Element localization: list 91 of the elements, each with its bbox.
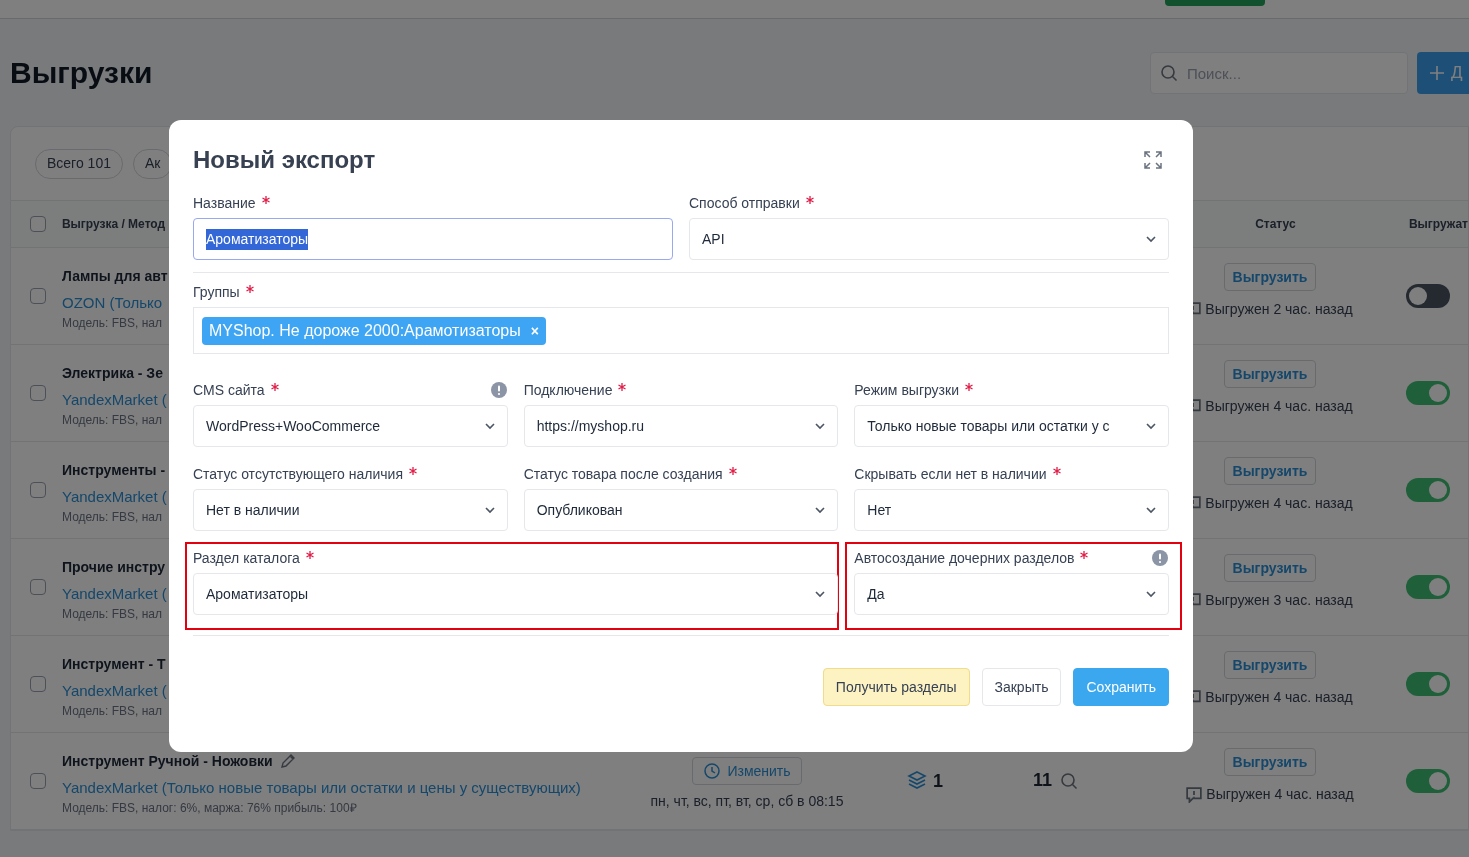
top-button[interactable] [1165, 0, 1265, 6]
toggle-switch[interactable] [1406, 381, 1450, 405]
toggle-switch[interactable] [1406, 672, 1450, 696]
field-label: Режим выгрузки [854, 380, 959, 400]
row-title: Прочие инстру [62, 558, 166, 577]
field-label: Подключение [523, 380, 613, 400]
change-button[interactable]: Изменить [692, 757, 802, 785]
method-link[interactable]: YandexMarket (Только новые товары или остатки и цены у существующих) [62, 779, 581, 796]
comment-icon [1186, 786, 1203, 803]
select-field[interactable]: https://myshop.ru [523, 405, 839, 447]
export-status: Выгружен 3 час. назад [1205, 591, 1353, 610]
select-field[interactable]: Нет в наличии [193, 489, 508, 531]
page-title: Выгрузки [10, 55, 153, 91]
method-link[interactable]: YandexMarket ( [62, 391, 167, 408]
row-title: Инструмент Ручной - Ножовки [62, 752, 273, 771]
select-field[interactable]: Опубликован [523, 489, 839, 531]
field-label: Раздел каталога [193, 548, 300, 568]
toggle-switch[interactable] [1406, 478, 1450, 502]
export-status: Выгружен 4 час. назад [1205, 494, 1353, 513]
checkbox[interactable] [30, 579, 46, 595]
plus-icon [1429, 65, 1445, 81]
toggle-switch[interactable] [1406, 575, 1450, 599]
checkbox[interactable] [30, 385, 46, 401]
select-field[interactable]: API [689, 218, 1169, 260]
export-button[interactable]: Выгрузить [1223, 457, 1317, 485]
dialog-button[interactable]: Закрыть [981, 668, 1062, 706]
export-status: Выгружен 4 час. назад [1206, 785, 1354, 804]
info-icon[interactable] [490, 382, 507, 398]
expand-icon[interactable] [1143, 150, 1163, 170]
select-field[interactable]: Да [854, 573, 1169, 615]
field-label: Группы [193, 282, 240, 302]
checkbox[interactable] [30, 676, 46, 692]
schedule-text: пн, чт, вс, пт, вт, ср, сб в 08:15 [650, 792, 844, 811]
search-icon [1160, 64, 1178, 82]
dialog-button[interactable]: Сохранить [1073, 668, 1169, 706]
remove-tag-button[interactable]: × [530, 323, 539, 338]
method-link[interactable]: OZON (Только [62, 294, 163, 311]
method-link[interactable]: YandexMarket ( [62, 488, 167, 505]
layers-icon [907, 770, 927, 790]
export-status: Выгружен 2 час. назад [1205, 300, 1353, 319]
modal-title: Новый экспорт [193, 145, 376, 175]
export-status: Выгружен 4 час. назад [1205, 397, 1353, 416]
select-field[interactable]: Ароматизаторы [193, 573, 839, 615]
row-title: Инструменты - [62, 461, 166, 480]
checkbox[interactable] [30, 482, 46, 498]
export-button[interactable]: Выгрузить [1223, 651, 1317, 679]
method-link[interactable]: YandexMarket ( [62, 585, 167, 602]
clock-icon [703, 762, 722, 780]
export-button[interactable]: Выгрузить [1223, 554, 1317, 582]
info-icon[interactable] [1152, 550, 1168, 566]
field-label: Способ отправки [689, 193, 800, 213]
search-icon[interactable] [1060, 772, 1079, 790]
row-title: Инструмент - Т [62, 655, 166, 674]
export-button[interactable]: Выгрузить [1223, 263, 1317, 291]
row-title: Лампы для авт [62, 267, 168, 286]
tags-field[interactable]: MYShop. Не дороже 2000:Арамотизаторы × [193, 307, 1169, 354]
checkbox[interactable] [30, 288, 46, 304]
field-label: Статус отсутствующего наличия [193, 464, 403, 484]
column-header: Статус [1255, 217, 1296, 231]
toggle-switch[interactable] [1406, 284, 1450, 308]
field-label: CMS сайта [193, 380, 265, 400]
add-button[interactable]: Д [1417, 52, 1469, 94]
method-link[interactable]: YandexMarket ( [62, 682, 167, 699]
row-title: Электрика - Зе [62, 364, 163, 383]
row-details: Модель: FBS, нал [62, 413, 163, 427]
row-details: Модель: FBS, нал [62, 316, 163, 330]
select-field[interactable]: Нет [854, 489, 1169, 531]
row-details: Модель: FBS, налог: 6%, маржа: 76% прибыль: 100₽ [62, 801, 357, 815]
select-field[interactable]: WordPress+WooCommerce [193, 405, 508, 447]
checkbox[interactable] [30, 216, 46, 232]
dialog-button[interactable]: Получить разделы [822, 668, 970, 706]
field-label: Скрывать если нет в наличии [854, 464, 1047, 484]
field-label: Название [193, 193, 256, 213]
select-field[interactable]: Только новые товары или остатки у с [854, 405, 1169, 447]
field-label: Автосоздание дочерних разделов [854, 548, 1075, 568]
field-label: Статус товара после создания [523, 464, 723, 484]
checkbox[interactable] [30, 773, 46, 789]
export-status: Выгружен 4 час. назад [1205, 688, 1353, 707]
row-details: Модель: FBS, нал [62, 510, 163, 524]
text-field[interactable]: Ароматизаторы [193, 218, 673, 260]
groups-count: 1 [933, 770, 943, 792]
pencil-icon[interactable] [278, 752, 297, 770]
export-button[interactable]: Выгрузить [1223, 360, 1317, 388]
product-count: 11 [1033, 769, 1053, 791]
toggle-switch[interactable] [1406, 769, 1450, 793]
group-tag: MYShop. Не дороже 2000:Арамотизаторы × [202, 316, 546, 345]
export-button[interactable]: Выгрузить [1223, 748, 1317, 776]
row-details: Модель: FBS, нал [62, 607, 163, 621]
row-details: Модель: FBS, нал [62, 704, 163, 718]
column-header: Выгружат [1408, 217, 1468, 231]
column-header: Выгрузка / Метод [61, 217, 166, 231]
